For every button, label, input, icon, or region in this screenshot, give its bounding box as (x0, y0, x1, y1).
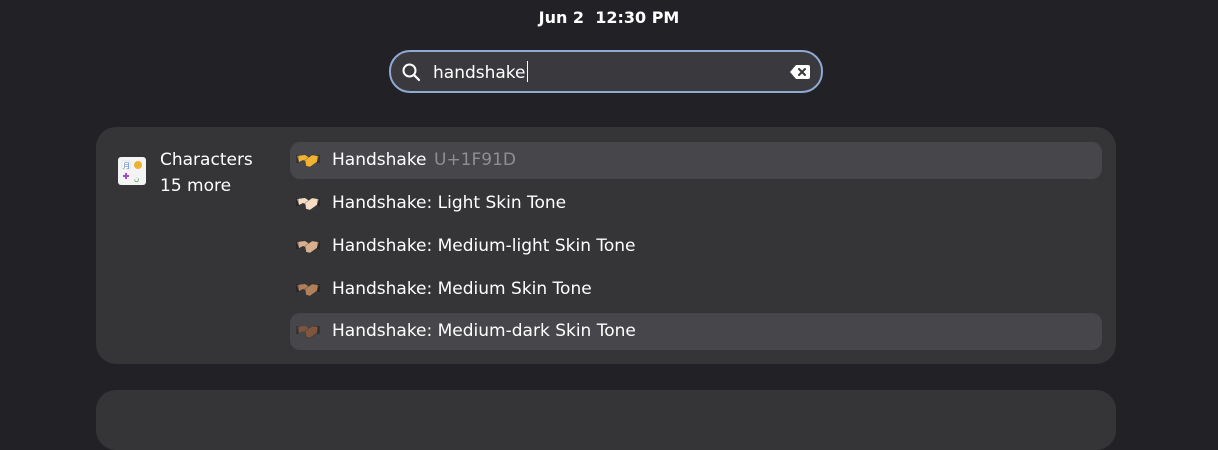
svg-text:ن: ن (134, 175, 139, 183)
result-label: Handshake: Light Skin Tone (332, 193, 567, 213)
result-item[interactable]: Handshake U+1F91D (290, 142, 1102, 179)
result-item[interactable]: Handshake: Light Skin Tone (290, 185, 1102, 222)
result-item[interactable]: Handshake: Medium-light Skin Tone (290, 228, 1102, 265)
clear-search-icon[interactable] (789, 62, 811, 82)
search-results-panel: 月 ن Characters 15 more Handshake U+1F91D H… (96, 127, 1116, 364)
provider-name: Characters (160, 150, 253, 170)
result-item[interactable]: Handshake: Medium-dark Skin Tone (290, 313, 1102, 350)
handshake-medium-light-skin-tone-icon (296, 240, 320, 254)
result-label: Handshake: Medium-dark Skin Tone (332, 321, 636, 341)
handshake-icon (296, 154, 320, 168)
provider-more-count: 15 more (160, 176, 232, 196)
search-field[interactable]: handshake (389, 50, 823, 93)
handshake-medium-dark-skin-tone-icon (296, 325, 320, 339)
text-caret (526, 61, 528, 82)
result-label: Handshake: Medium-light Skin Tone (332, 236, 636, 256)
result-item[interactable]: Handshake: Medium Skin Tone (290, 271, 1102, 308)
next-results-panel (96, 390, 1116, 450)
top-bar-clock[interactable]: Jun 2 12:30 PM (0, 8, 1218, 28)
search-input[interactable]: handshake (433, 61, 528, 84)
handshake-medium-skin-tone-icon (296, 283, 320, 297)
result-codepoint: U+1F91D (434, 150, 517, 170)
result-label: Handshake (332, 150, 427, 170)
svg-text:月: 月 (123, 162, 130, 170)
handshake-light-skin-tone-icon (296, 197, 320, 211)
result-label: Handshake: Medium Skin Tone (332, 279, 592, 299)
characters-app-icon: 月 ن (118, 157, 146, 185)
search-query-text: handshake (433, 63, 526, 83)
search-icon (402, 63, 421, 82)
